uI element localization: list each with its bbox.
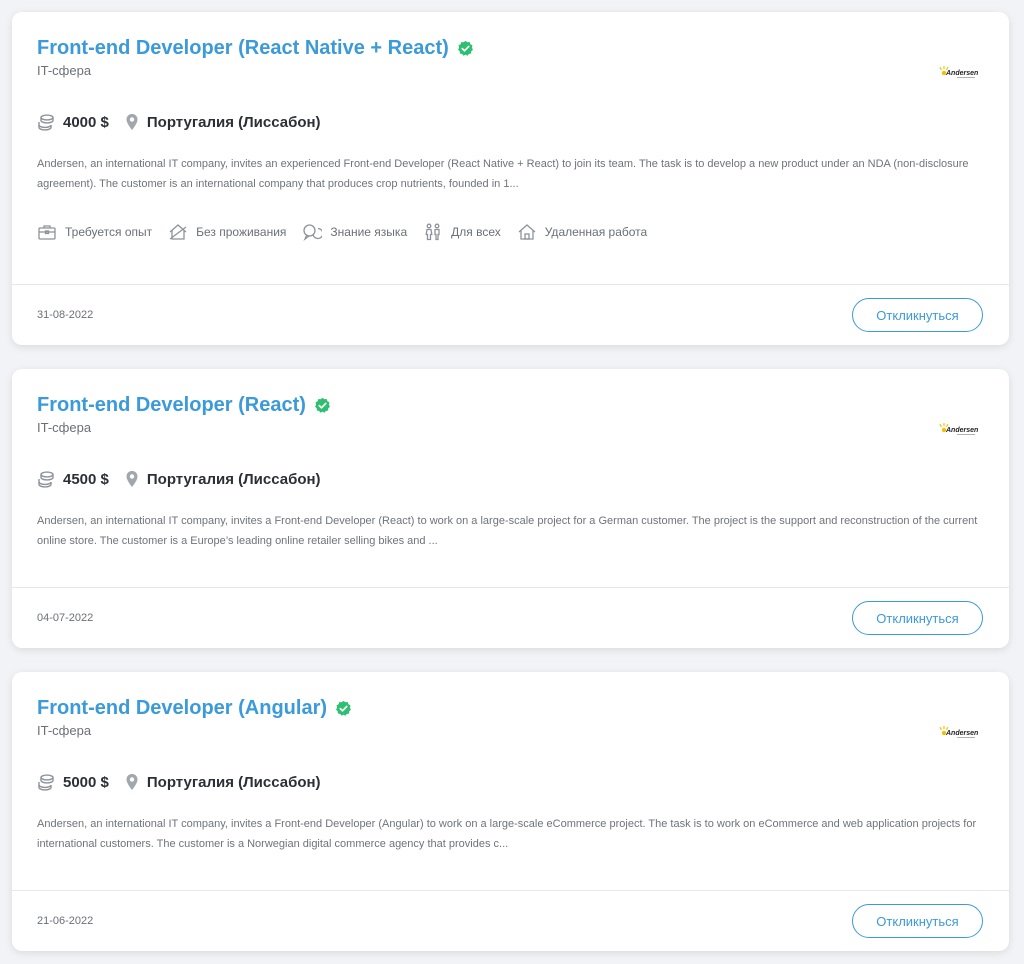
apply-button[interactable]: Откликнуться	[852, 601, 983, 635]
vacancy-location: Португалия (Лиссабон)	[146, 470, 321, 488]
coins-icon	[38, 471, 54, 488]
vacancy-list: Front-end Developer (React Native + Reac…	[0, 0, 1024, 964]
vacancy-description: Andersen, an international IT company, i…	[37, 158, 969, 190]
card-footer: 31-08-2022 Откликнуться	[12, 284, 1009, 345]
vacancy-card: Front-end Developer (Angular) IT-сфера A…	[12, 672, 1009, 951]
vacancy-date: 04-07-2022	[37, 612, 94, 624]
feature-experience: Требуется опыт	[37, 223, 152, 241]
vacancy-description: Andersen, an international IT company, i…	[37, 515, 978, 547]
vacancy-features: Требуется опыт Без проживания Знание язы…	[37, 220, 984, 244]
chat-bubbles-icon	[303, 224, 323, 241]
vacancy-card: Front-end Developer (React) IT-сфера And…	[12, 369, 1009, 648]
vacancy-location: Португалия (Лиссабон)	[146, 113, 321, 131]
people-icon	[425, 223, 440, 241]
apply-button[interactable]: Откликнуться	[852, 298, 983, 332]
feature-label: Удаленная работа	[544, 225, 648, 239]
company-logo: Andersen	[939, 421, 979, 437]
vacancy-description: Andersen, an international IT company, i…	[37, 818, 977, 850]
location-pin-icon	[126, 114, 138, 130]
verified-icon	[457, 40, 473, 56]
vacancy-card: Front-end Developer (React Native + Reac…	[12, 12, 1009, 345]
vacancy-salary: 4000 $	[63, 113, 109, 131]
feature-label: Для всех	[451, 225, 501, 239]
briefcase-icon	[38, 225, 56, 240]
house-crossed-icon	[169, 224, 187, 240]
coins-icon	[38, 114, 54, 131]
vacancy-category: IT-сфера	[37, 420, 92, 435]
vacancy-location: Португалия (Лиссабон)	[146, 773, 321, 791]
vacancy-title-link[interactable]: Front-end Developer (React)	[37, 394, 306, 417]
feature-label: Требуется опыт	[65, 225, 153, 239]
card-footer: 04-07-2022 Откликнуться	[12, 587, 1009, 648]
vacancy-category: IT-сфера	[37, 723, 92, 738]
feature-language: Знание языка	[302, 223, 407, 241]
svg-text:Andersen: Andersen	[945, 70, 978, 77]
vacancy-date: 31-08-2022	[37, 309, 94, 321]
feature-label: Без проживания	[196, 225, 287, 239]
card-footer: 21-06-2022 Откликнуться	[12, 890, 1009, 951]
home-icon	[518, 224, 536, 240]
company-logo: Andersen	[939, 724, 979, 740]
feature-label: Знание языка	[330, 225, 408, 239]
coins-icon	[38, 774, 54, 791]
vacancy-salary: 4500 $	[63, 470, 109, 488]
vacancy-date: 21-06-2022	[37, 915, 94, 927]
location-pin-icon	[126, 774, 138, 790]
company-logo: Andersen	[939, 64, 979, 80]
svg-text:Andersen: Andersen	[945, 730, 978, 737]
vacancy-title-link[interactable]: Front-end Developer (React Native + Reac…	[37, 37, 449, 60]
apply-button[interactable]: Откликнуться	[852, 904, 983, 938]
feature-for-everyone: Для всех	[423, 223, 501, 241]
location-pin-icon	[126, 471, 138, 487]
verified-icon	[336, 700, 351, 716]
feature-no-accommodation: Без проживания	[168, 223, 286, 241]
svg-text:Andersen: Andersen	[945, 427, 978, 434]
vacancy-salary: 5000 $	[63, 773, 109, 791]
verified-icon	[314, 397, 330, 413]
vacancy-title-link[interactable]: Front-end Developer (Angular)	[37, 697, 327, 720]
feature-remote: Удаленная работа	[517, 223, 647, 241]
vacancy-category: IT-сфера	[37, 63, 92, 78]
